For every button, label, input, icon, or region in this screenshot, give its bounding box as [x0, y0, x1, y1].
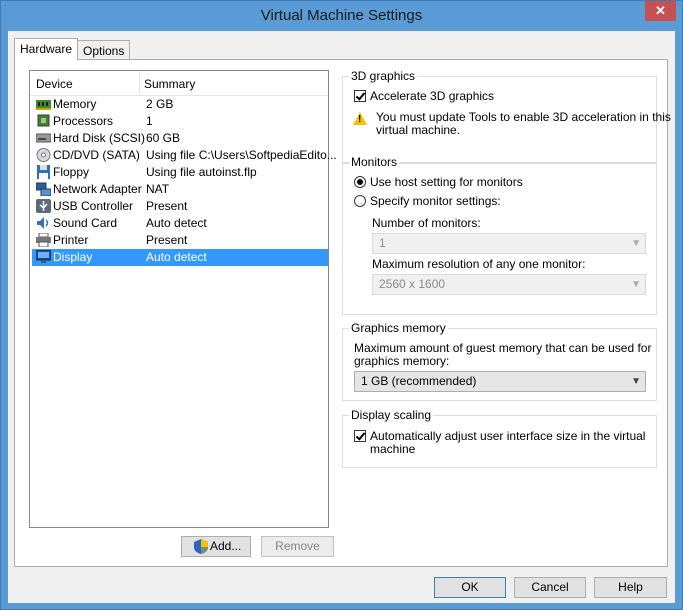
- hard-disk-icon: [36, 133, 51, 143]
- cd-dvd-icon: [36, 148, 51, 162]
- device-list-header: Device Summary: [30, 71, 328, 96]
- device-row-hard-disk[interactable]: Hard Disk (SCSI) 60 GB: [32, 130, 328, 147]
- device-name: CD/DVD (SATA): [53, 148, 140, 162]
- number-of-monitors-select[interactable]: 1 ▼: [372, 233, 646, 254]
- display-icon: [36, 250, 51, 263]
- device-name: Hard Disk (SCSI): [53, 131, 146, 145]
- use-host-setting-label[interactable]: Use host setting for monitors: [370, 175, 523, 189]
- device-summary: Using file C:\Users\SoftpediaEdito...: [146, 148, 337, 162]
- device-row-sound-card[interactable]: Sound Card Auto detect: [32, 215, 328, 232]
- device-name: Printer: [53, 233, 89, 247]
- device-row-network-adapter[interactable]: Network Adapter NAT: [32, 181, 328, 198]
- warning-mark: !: [358, 114, 362, 125]
- group-legend-display-scaling: Display scaling: [349, 408, 434, 422]
- chevron-down-icon: ▼: [631, 279, 641, 290]
- warning-text-line2: virtual machine.: [376, 123, 461, 137]
- device-row-usb-controller[interactable]: USB Controller Present: [32, 198, 328, 215]
- specify-monitor-settings-label[interactable]: Specify monitor settings:: [370, 194, 501, 208]
- add-button[interactable]: Add...: [181, 536, 251, 557]
- max-resolution-select[interactable]: 2560 x 1600 ▼: [372, 274, 646, 295]
- use-host-setting-radio[interactable]: [354, 176, 366, 188]
- device-summary: 1: [146, 114, 153, 128]
- group-legend-graphics-memory: Graphics memory: [349, 321, 448, 335]
- hardware-panel: Device Summary Memory 2 GB Processors 1 …: [14, 59, 671, 567]
- device-row-processors[interactable]: Processors 1: [32, 113, 328, 130]
- number-of-monitors-value: 1: [379, 236, 386, 250]
- device-row-cd-dvd[interactable]: CD/DVD (SATA) Using file C:\Users\Softpe…: [32, 147, 337, 164]
- usb-icon: [36, 199, 51, 213]
- add-button-label: Add...: [210, 539, 242, 553]
- graphics-memory-description-line1: Maximum amount of guest memory that can …: [354, 341, 652, 355]
- max-resolution-value: 2560 x 1600: [379, 277, 446, 291]
- graphics-memory-value: 1 GB (recommended): [361, 374, 477, 388]
- auto-adjust-ui-checkbox[interactable]: [354, 430, 366, 442]
- accelerate-3d-checkbox[interactable]: [354, 90, 366, 102]
- device-name: Display: [53, 250, 93, 264]
- number-of-monitors-label: Number of monitors:: [372, 216, 481, 230]
- accelerate-3d-label[interactable]: Accelerate 3D graphics: [370, 89, 494, 103]
- window-title: Virtual Machine Settings: [260, 7, 423, 24]
- auto-adjust-ui-label-line2[interactable]: machine: [370, 442, 415, 456]
- auto-adjust-ui-label-line1[interactable]: Automatically adjust user interface size…: [370, 429, 645, 443]
- help-button[interactable]: Help: [594, 577, 667, 598]
- device-row-memory[interactable]: Memory 2 GB: [32, 96, 328, 113]
- group-monitors: Monitors Use host setting for monitors S…: [342, 155, 657, 315]
- chevron-down-icon: ▼: [631, 238, 641, 249]
- device-summary: NAT: [146, 182, 170, 196]
- device-name: Network Adapter: [53, 182, 142, 196]
- device-name: USB Controller: [53, 199, 134, 213]
- device-row-display[interactable]: Display Auto detect: [32, 249, 328, 266]
- group-legend-3d-graphics: 3D graphics: [349, 69, 418, 83]
- device-summary: 60 GB: [146, 131, 181, 145]
- column-header-device[interactable]: Device: [36, 77, 73, 91]
- column-header-summary[interactable]: Summary: [144, 77, 195, 91]
- tab-options[interactable]: Options: [77, 40, 131, 60]
- group-3d-graphics: 3D graphics Accelerate 3D graphics ! You…: [342, 69, 671, 164]
- device-name: Processors: [53, 114, 114, 128]
- max-resolution-label: Maximum resolution of any one monitor:: [372, 257, 586, 271]
- floppy-icon: [37, 165, 50, 179]
- device-name: Memory: [53, 97, 97, 111]
- device-list[interactable]: Device Summary Memory 2 GB Processors 1 …: [29, 70, 337, 528]
- device-name: Floppy: [53, 165, 90, 179]
- title-bar[interactable]: Virtual Machine Settings ✕: [1, 1, 682, 31]
- network-adapter-icon: [36, 182, 51, 196]
- device-summary: 2 GB: [146, 97, 174, 111]
- device-summary: Present: [146, 199, 188, 213]
- remove-button[interactable]: Remove: [261, 536, 334, 557]
- graphics-memory-description-line2: graphics memory:: [354, 354, 450, 368]
- device-summary: Using file autoinst.flp: [146, 165, 257, 179]
- processor-icon: [37, 114, 50, 127]
- device-summary: Auto detect: [146, 250, 207, 264]
- ok-button[interactable]: OK: [434, 577, 506, 598]
- close-button[interactable]: ✕: [645, 1, 676, 21]
- group-legend-monitors: Monitors: [349, 155, 400, 169]
- specify-monitor-settings-radio[interactable]: [354, 195, 366, 207]
- printer-icon: [36, 233, 51, 247]
- cancel-button[interactable]: Cancel: [514, 577, 586, 598]
- group-display-scaling: Display scaling Automatically adjust use…: [342, 408, 657, 468]
- device-name: Sound Card: [53, 216, 118, 230]
- tab-hardware[interactable]: Hardware: [14, 38, 79, 60]
- warning-text-line1: You must update Tools to enable 3D accel…: [376, 110, 671, 124]
- memory-icon: [36, 100, 51, 110]
- shield-icon: [194, 539, 208, 554]
- group-graphics-memory: Graphics memory Maximum amount of guest …: [342, 321, 657, 401]
- client-area: Hardware Options Device Summary Memory 2…: [8, 31, 675, 603]
- device-row-floppy[interactable]: Floppy Using file autoinst.flp: [32, 164, 328, 181]
- settings-window: Virtual Machine Settings ✕ Hardware Opti…: [0, 0, 683, 610]
- column-separator[interactable]: [139, 71, 140, 94]
- chevron-down-icon: ▼: [631, 376, 641, 387]
- sound-card-icon: [37, 217, 49, 229]
- device-row-printer[interactable]: Printer Present: [32, 232, 328, 249]
- device-summary: Auto detect: [146, 216, 207, 230]
- graphics-memory-select[interactable]: 1 GB (recommended) ▼: [354, 371, 646, 392]
- device-summary: Present: [146, 233, 188, 247]
